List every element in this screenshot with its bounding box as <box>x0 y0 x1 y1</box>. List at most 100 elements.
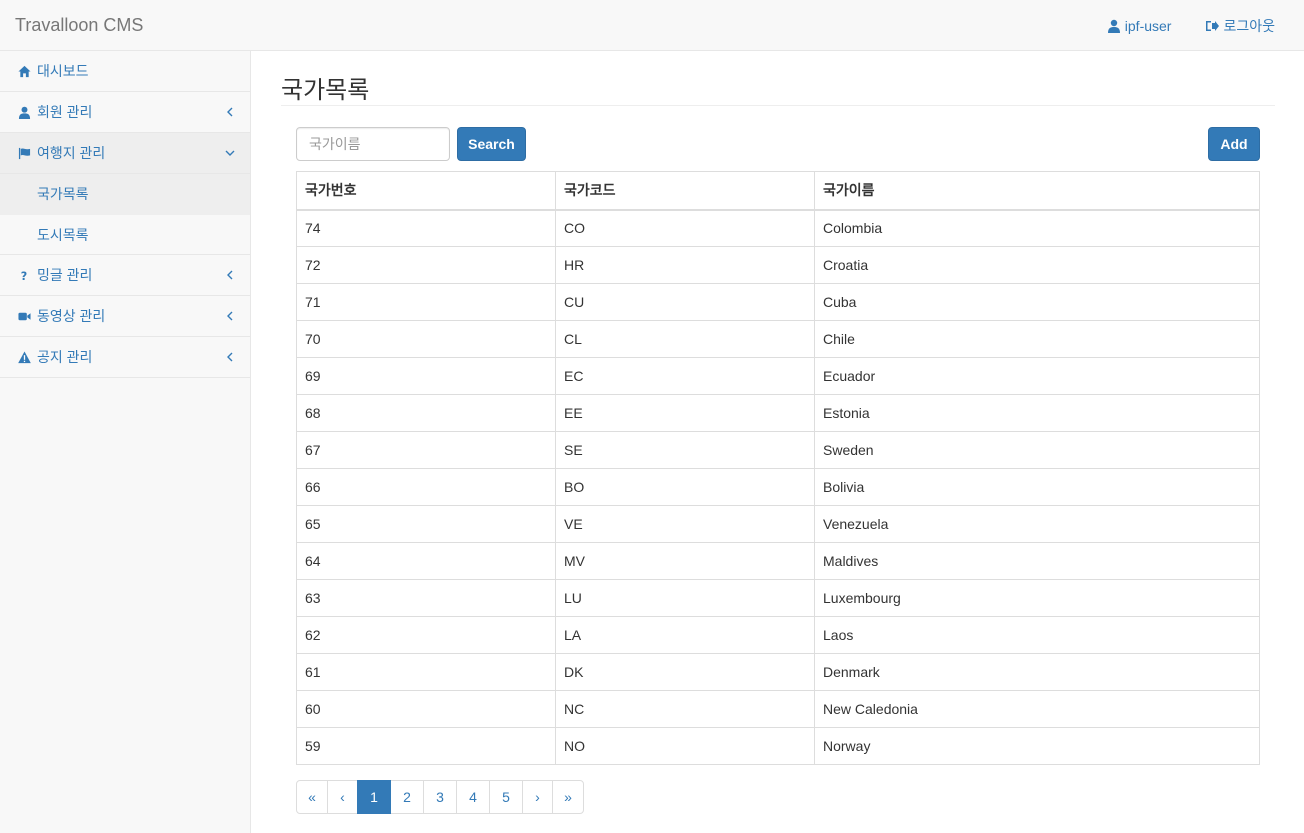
cell-country-number: 69 <box>296 357 556 395</box>
cell-country-code: SE <box>555 431 815 469</box>
cell-country-code: VE <box>555 505 815 543</box>
table-row: 72 HR Croatia <box>296 246 1260 284</box>
cell-country-name: Maldives <box>814 542 1260 580</box>
flag-icon <box>17 146 31 160</box>
cell-country-name: Norway <box>814 727 1260 765</box>
cell-country-number: 65 <box>296 505 556 543</box>
sidebar-item-dashboard[interactable]: 대시보드 <box>0 51 250 92</box>
table-row: 74 CO Colombia <box>296 209 1260 247</box>
cell-country-code: BO <box>555 468 815 506</box>
page-title: 국가목록 <box>281 77 370 104</box>
column-header-number: 국가번호 <box>296 171 556 211</box>
cell-country-number: 74 <box>296 209 556 247</box>
table-row: 70 CL Chile <box>296 320 1260 358</box>
cell-country-name: Chile <box>814 320 1260 358</box>
table-row: 59 NO Norway <box>296 727 1260 765</box>
column-header-name: 국가이름 <box>814 171 1260 211</box>
search-button[interactable]: Search <box>457 127 526 161</box>
cell-country-name: Croatia <box>814 246 1260 284</box>
cell-country-code: MV <box>555 542 815 580</box>
logout-icon <box>1206 21 1220 31</box>
table-header-row: 국가번호 국가코드 국가이름 <box>296 171 1260 211</box>
cell-country-number: 72 <box>296 246 556 284</box>
cell-country-number: 59 <box>296 727 556 765</box>
cell-country-number: 68 <box>296 394 556 432</box>
cell-country-number: 61 <box>296 653 556 691</box>
cell-country-name: Estonia <box>814 394 1260 432</box>
top-navbar: Travalloon CMS ipf-user 로그아웃 <box>0 0 1304 51</box>
sidebar-item-destinations[interactable]: 여행지 관리 <box>0 133 250 174</box>
cell-country-code: EC <box>555 357 815 395</box>
destinations-submenu: 국가목록 도시목록 <box>0 174 250 255</box>
country-search-input[interactable] <box>296 127 450 161</box>
title-divider <box>281 105 1275 106</box>
sidebar-item-members[interactable]: 회원 관리 <box>0 92 250 133</box>
sidebar-item-label: 공지 관리 <box>37 349 93 365</box>
pagination-page-3[interactable]: 3 <box>423 780 457 814</box>
brand-title[interactable]: Travalloon CMS <box>15 15 143 36</box>
pagination-next[interactable]: › <box>522 780 553 814</box>
logout-label: 로그아웃 <box>1223 18 1275 34</box>
pagination-page-2[interactable]: 2 <box>390 780 424 814</box>
chevron-left-icon <box>225 309 235 321</box>
table-row: 63 LU Luxembourg <box>296 579 1260 617</box>
pagination: « ‹ 1 2 3 4 5 › » <box>296 780 584 814</box>
sidebar-item-label: 회원 관리 <box>37 104 93 120</box>
home-icon <box>17 64 31 78</box>
cell-country-number: 66 <box>296 468 556 506</box>
pagination-last[interactable]: » <box>552 780 584 814</box>
user-icon <box>1107 19 1120 33</box>
cell-country-code: LU <box>555 579 815 617</box>
cell-country-code: HR <box>555 246 815 284</box>
sidebar-item-label: 대시보드 <box>37 63 89 79</box>
cell-country-number: 64 <box>296 542 556 580</box>
table-row: 68 EE Estonia <box>296 394 1260 432</box>
cell-country-number: 67 <box>296 431 556 469</box>
country-table: 국가번호 국가코드 국가이름 74 CO Colombia 72 HR Croatia 71… <box>296 171 1260 765</box>
sidebar-item-mingle[interactable]: ? 밍글 관리 <box>0 255 250 296</box>
chevron-down-icon <box>225 146 235 158</box>
cell-country-name: Luxembourg <box>814 579 1260 617</box>
cell-country-number: 71 <box>296 283 556 321</box>
user-link[interactable]: ipf-user <box>1107 16 1172 36</box>
cell-country-name: Denmark <box>814 653 1260 691</box>
table-row: 64 MV Maldives <box>296 542 1260 580</box>
chevron-left-icon <box>225 350 235 362</box>
cell-country-name: Cuba <box>814 283 1260 321</box>
pagination-page-5[interactable]: 5 <box>489 780 523 814</box>
table-body: 74 CO Colombia 72 HR Croatia 71 CU Cuba 70 CL Chile… <box>296 209 1260 765</box>
user-name: ipf-user <box>1124 18 1172 34</box>
cell-country-code: EE <box>555 394 815 432</box>
pagination-first[interactable]: « <box>296 780 328 814</box>
sidebar-item-label: 밍글 관리 <box>37 267 93 283</box>
cell-country-code: CL <box>555 320 815 358</box>
sidebar-item-label: 여행지 관리 <box>37 145 106 161</box>
navbar-right: ipf-user 로그아웃 <box>1107 16 1275 36</box>
logout-link[interactable]: 로그아웃 <box>1205 16 1275 36</box>
table-row: 71 CU Cuba <box>296 283 1260 321</box>
pagination-prev[interactable]: ‹ <box>327 780 358 814</box>
warning-icon <box>17 350 31 364</box>
cell-country-name: Laos <box>814 616 1260 654</box>
pagination-page-1[interactable]: 1 <box>357 780 391 814</box>
sidebar-item-notices[interactable]: 공지 관리 <box>0 337 250 378</box>
cell-country-code: CO <box>555 209 815 247</box>
sidebar-item-videos[interactable]: 동영상 관리 <box>0 296 250 337</box>
pagination-page-4[interactable]: 4 <box>456 780 490 814</box>
cell-country-name: New Caledonia <box>814 690 1260 728</box>
sidebar-item-label: 동영상 관리 <box>37 308 106 324</box>
cell-country-name: Colombia <box>814 209 1260 247</box>
sidebar-subitem-cities[interactable]: 도시목록 <box>0 214 250 254</box>
cell-country-number: 63 <box>296 579 556 617</box>
chevron-left-icon <box>225 268 235 280</box>
sidebar-subitem-countries[interactable]: 국가목록 <box>0 174 250 214</box>
cell-country-name: Bolivia <box>814 468 1260 506</box>
add-button[interactable]: Add <box>1208 127 1260 161</box>
cell-country-number: 70 <box>296 320 556 358</box>
table-row: 62 LA Laos <box>296 616 1260 654</box>
cell-country-code: DK <box>555 653 815 691</box>
table-row: 60 NC New Caledonia <box>296 690 1260 728</box>
user-icon <box>17 105 31 119</box>
cell-country-name: Ecuador <box>814 357 1260 395</box>
table-row: 61 DK Denmark <box>296 653 1260 691</box>
